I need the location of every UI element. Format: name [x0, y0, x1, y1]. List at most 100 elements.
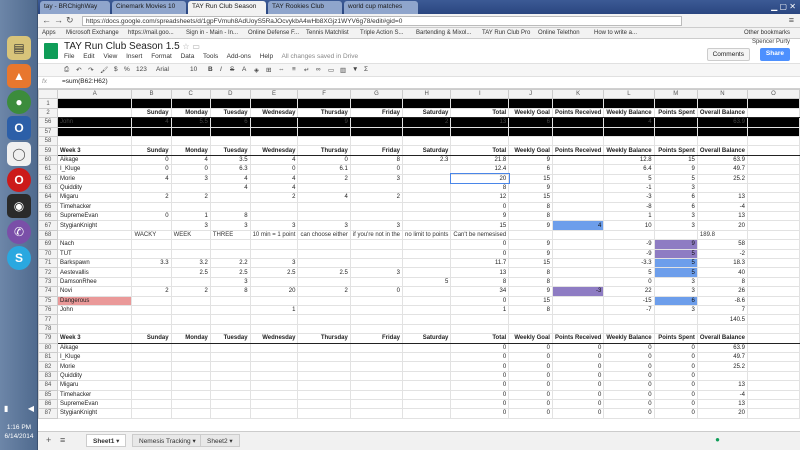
table-cell[interactable] [131, 267, 172, 278]
table-cell[interactable] [508, 135, 553, 147]
table-cell[interactable]: 6.4 [603, 164, 655, 175]
table-cell[interactable] [349, 182, 404, 194]
table-cell[interactable] [297, 126, 351, 137]
table-cell[interactable]: 0 [508, 389, 553, 400]
table-cell[interactable]: 4 [170, 154, 211, 166]
table-cell[interactable]: Friday [349, 107, 404, 119]
row-header[interactable]: 69 [38, 239, 59, 250]
table-cell[interactable]: I_Kluge [57, 164, 133, 175]
table-cell[interactable]: Points Received [551, 145, 605, 156]
table-cell[interactable]: 0 [450, 389, 510, 400]
table-cell[interactable] [746, 201, 800, 213]
table-cell[interactable] [209, 192, 251, 203]
network-icon[interactable]: ▮ [4, 404, 8, 418]
table-cell[interactable] [551, 323, 605, 335]
table-cell[interactable]: I_Kluge [57, 351, 133, 363]
bookmark-item[interactable]: Online Telethon [538, 30, 580, 36]
table-cell[interactable]: 1 [450, 304, 510, 316]
table-cell[interactable]: 1 [170, 211, 211, 222]
table-cell[interactable]: 6 [653, 295, 698, 307]
table-cell[interactable]: 0 [508, 342, 553, 353]
column-header[interactable]: E [249, 89, 299, 100]
table-cell[interactable] [131, 276, 172, 288]
table-cell[interactable] [249, 361, 299, 372]
table-cell[interactable]: 13 [696, 380, 748, 391]
table-cell[interactable]: Morie [57, 361, 133, 372]
table-cell[interactable] [402, 389, 452, 400]
table-cell[interactable] [57, 126, 133, 137]
table-cell[interactable] [170, 370, 211, 382]
table-cell[interactable]: Thursday [297, 145, 351, 156]
table-cell[interactable] [653, 126, 698, 137]
browser-tab-1[interactable]: Cinemark Movies 10 [112, 1, 186, 14]
table-cell[interactable]: 13 [696, 192, 748, 203]
table-cell[interactable] [297, 211, 351, 222]
table-cell[interactable] [746, 408, 800, 419]
table-cell[interactable]: 4 [603, 117, 655, 128]
table-cell[interactable]: 0 [170, 164, 211, 175]
table-cell[interactable] [402, 192, 452, 203]
table-cell[interactable]: Weekly Balance [603, 145, 655, 156]
table-cell[interactable]: Migaru [57, 380, 133, 391]
table-cell[interactable]: Wednesday [249, 333, 299, 344]
table-cell[interactable]: 49.7 [696, 164, 748, 175]
table-cell[interactable] [209, 248, 251, 260]
table-cell[interactable] [551, 182, 605, 194]
row-header[interactable]: 57 [38, 126, 59, 137]
row-header[interactable]: 74 [38, 286, 59, 297]
column-header[interactable]: D [209, 89, 251, 100]
table-cell[interactable]: Total [450, 145, 510, 156]
table-cell[interactable]: 3 [297, 220, 351, 231]
table-cell[interactable] [131, 220, 172, 231]
table-cell[interactable] [57, 314, 133, 325]
menu-help[interactable]: Help [260, 53, 273, 60]
table-cell[interactable] [402, 351, 452, 363]
table-cell[interactable] [297, 370, 351, 382]
table-cell[interactable] [349, 201, 404, 213]
column-header[interactable]: O [746, 89, 800, 100]
table-cell[interactable]: 0 [551, 398, 605, 410]
table-cell[interactable]: 0 [508, 408, 553, 419]
table-cell[interactable] [131, 342, 172, 353]
table-cell[interactable]: 0 [450, 370, 510, 382]
table-cell[interactable]: 7 [696, 304, 748, 316]
table-cell[interactable]: 3 [349, 267, 404, 278]
table-cell[interactable]: THREE [209, 229, 251, 241]
table-cell[interactable] [349, 408, 404, 419]
volume-icon[interactable]: ◀ [28, 404, 34, 418]
table-cell[interactable] [349, 276, 404, 288]
menu-data[interactable]: Data [181, 53, 195, 60]
table-cell[interactable]: DamsonRhee [57, 276, 133, 288]
table-cell[interactable]: 4 [131, 173, 172, 184]
table-cell[interactable]: 4 [249, 154, 299, 166]
table-cell[interactable]: 3 [349, 173, 404, 184]
taskbar-clock[interactable]: 1:16 PM 6/14/2014 [0, 423, 38, 441]
table-cell[interactable]: 189.8 [696, 229, 748, 241]
table-cell[interactable]: 12.8 [603, 154, 655, 166]
table-cell[interactable]: Points Received [551, 333, 605, 344]
table-cell[interactable]: 3 [249, 258, 299, 269]
table-cell[interactable] [249, 370, 299, 382]
table-cell[interactable]: 8 [696, 276, 748, 288]
table-cell[interactable] [551, 117, 605, 128]
table-cell[interactable]: 18.3 [696, 258, 748, 269]
table-cell[interactable]: 0 [450, 201, 510, 213]
table-cell[interactable]: 0 [603, 370, 655, 382]
table-cell[interactable]: 9 [508, 239, 553, 250]
table-cell[interactable]: -8.6 [696, 295, 748, 307]
table-cell[interactable] [297, 361, 351, 372]
table-cell[interactable] [349, 258, 404, 269]
table-cell[interactable]: 2.3 [402, 154, 452, 166]
table-cell[interactable] [402, 370, 452, 382]
table-cell[interactable]: 6 [653, 192, 698, 203]
table-cell[interactable]: 0 [551, 370, 605, 382]
table-cell[interactable] [653, 135, 698, 147]
table-cell[interactable]: 2.5 [297, 267, 351, 278]
table-cell[interactable]: 4 [131, 117, 172, 128]
table-cell[interactable]: 5 [653, 267, 698, 278]
table-cell[interactable] [297, 398, 351, 410]
table-cell[interactable]: 9 [508, 286, 553, 297]
row-header[interactable]: 1 [38, 98, 59, 109]
table-cell[interactable] [131, 239, 172, 250]
table-cell[interactable]: Aikage [57, 154, 133, 166]
